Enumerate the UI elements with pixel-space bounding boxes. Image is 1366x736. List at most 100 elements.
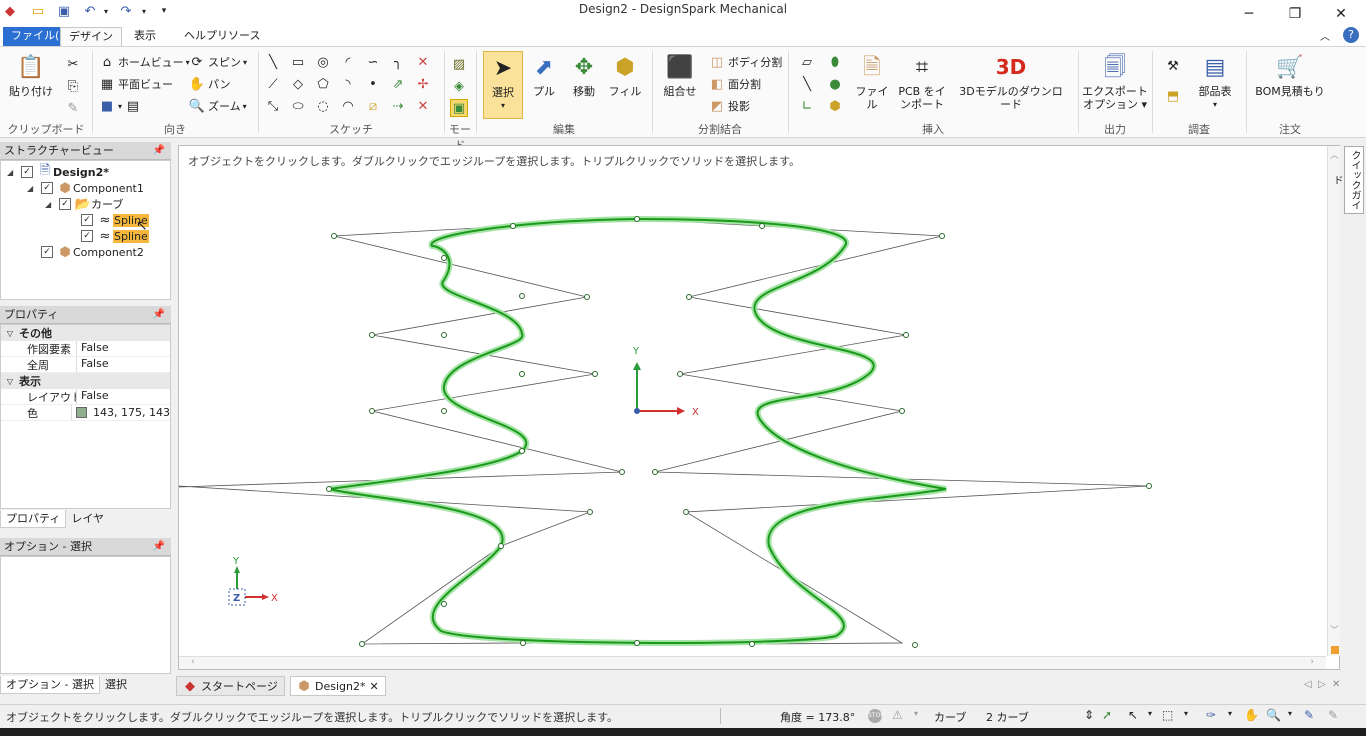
control-point[interactable] (498, 543, 504, 549)
close-all-tabs-icon[interactable]: ✕ (1332, 679, 1340, 690)
home-view-button[interactable]: ⌂ ホームビュー ▾ (98, 53, 190, 71)
cut-icon[interactable]: ✂ (64, 55, 82, 73)
sketch-mode-icon[interactable]: ▨ (450, 55, 468, 73)
offset-icon[interactable]: ⇗ (389, 75, 407, 93)
design-viewport[interactable]: オブジェクトをクリックします。ダブルクリックでエッジループを選択します。トリプル… (178, 145, 1340, 670)
control-point[interactable] (619, 469, 625, 475)
zoom-status-icon[interactable]: 🔍 (1266, 708, 1281, 722)
view-cube-button[interactable]: ■ ▾ ▤ (98, 97, 142, 115)
point-icon[interactable]: • (364, 75, 382, 93)
control-point[interactable] (652, 469, 658, 475)
control-point[interactable] (592, 371, 598, 377)
control-point[interactable] (331, 233, 337, 239)
expand-icon[interactable]: ◢ (7, 168, 17, 177)
color-swatch[interactable] (76, 407, 88, 418)
property-row-construction[interactable]: 作図要素 False (1, 341, 170, 357)
spline-icon[interactable]: ∽ (364, 53, 382, 71)
property-value[interactable]: False (77, 357, 109, 372)
control-point[interactable] (677, 371, 683, 377)
control-point[interactable] (510, 223, 516, 229)
control-point[interactable] (441, 408, 447, 414)
control-point[interactable] (519, 371, 525, 377)
property-row-layout[interactable]: レイアウト False (1, 389, 170, 405)
collapse-ribbon-icon[interactable]: ︿ (1320, 28, 1330, 43)
control-point[interactable] (634, 640, 640, 646)
warning-dropdown-icon[interactable]: ▾ (914, 709, 918, 718)
pan-button[interactable]: ✋ パン (188, 75, 231, 93)
download-3d-model-button[interactable]: 3D 3Dモデルのダウンロード (954, 51, 1068, 112)
circle-icon[interactable]: ◎ (314, 53, 332, 71)
tangent-line-icon[interactable]: ⟋ (264, 75, 282, 93)
display-style-icon[interactable]: ✑ (1206, 708, 1216, 722)
stop-icon[interactable]: STOP (868, 709, 884, 723)
zoom-button[interactable]: 🔍 ズーム ▾ (188, 97, 247, 115)
extend-icon[interactable]: ✢ (414, 75, 432, 93)
help-icon[interactable]: ? (1343, 27, 1359, 43)
control-point[interactable] (369, 408, 375, 414)
insert-file-button[interactable]: 🗎 ファイル (852, 51, 892, 111)
fill-button[interactable]: ⬢ フィル (606, 51, 644, 98)
vertical-scrollbar[interactable]: ︿ ﹀ (1327, 146, 1340, 656)
box-select-icon[interactable]: ⬚ (1162, 708, 1173, 722)
scroll-right-icon[interactable]: › (1310, 657, 1314, 667)
pin-icon[interactable]: 📌 (153, 306, 165, 323)
control-point[interactable] (899, 408, 905, 414)
control-point[interactable] (519, 448, 525, 454)
control-point[interactable] (519, 293, 525, 299)
fillet-icon[interactable]: ╮ (389, 53, 407, 71)
horizontal-scrollbar[interactable]: ‹ › (179, 656, 1326, 669)
select-mode-dropdown-icon[interactable]: ▾ (1148, 709, 1152, 718)
export-options-button[interactable]: 🗐 エクスポート オプション ▾ (1082, 51, 1148, 111)
control-point[interactable] (759, 223, 765, 229)
control-point[interactable] (584, 294, 590, 300)
tab-help-resources[interactable]: ヘルプリソース (176, 27, 268, 46)
line-icon[interactable]: ╲ (264, 53, 282, 71)
lock-status-icon[interactable]: ✎ (1328, 708, 1338, 722)
rotated-rectangle-icon[interactable]: ◇ (289, 75, 307, 93)
3d-mode-icon[interactable]: ▣ (450, 99, 468, 117)
control-point[interactable] (1146, 483, 1152, 489)
control-point[interactable] (749, 641, 755, 647)
spin-button[interactable]: ⟳ スピン ▾ (188, 53, 247, 71)
ellipse-icon[interactable]: ⬭ (289, 97, 307, 115)
close-tab-icon[interactable]: ✕ (369, 680, 378, 693)
project-icon[interactable]: ⇢ (389, 97, 407, 115)
measure-icon[interactable]: ⚒ (1164, 57, 1182, 75)
tab-properties[interactable]: プロパティ (0, 510, 67, 528)
resize-grip-icon[interactable] (1331, 646, 1339, 654)
control-point[interactable] (903, 332, 909, 338)
cylinder-icon[interactable]: ⬮ (826, 53, 844, 71)
tab-options-select[interactable]: オプション - 選択 (0, 676, 100, 694)
control-point[interactable] (683, 509, 689, 515)
axis-icon[interactable]: ╲ (798, 75, 816, 93)
property-value[interactable]: 143, 175, 143 (72, 405, 170, 420)
polygon-icon[interactable]: ⬠ (314, 75, 332, 93)
arc-icon[interactable]: ◜ (339, 53, 357, 71)
origin-icon[interactable]: ∟ (798, 97, 816, 115)
selection-filter-icon[interactable]: ⇕ (1084, 708, 1094, 722)
bom-quote-button[interactable]: 🛒 BOM見積もり (1252, 51, 1328, 98)
shell-icon[interactable]: ⬢ (826, 97, 844, 115)
property-value[interactable]: False (77, 341, 109, 356)
control-point[interactable] (369, 332, 375, 338)
checkbox-icon[interactable]: ✓ (21, 166, 33, 178)
rectangle-icon[interactable]: ▭ (289, 53, 307, 71)
scroll-down-icon[interactable]: ﹀ (1330, 623, 1339, 636)
checkbox-icon[interactable]: ✓ (59, 198, 71, 210)
tab-scroll-right-icon[interactable]: ▷ (1318, 679, 1326, 690)
control-point[interactable] (326, 486, 332, 492)
tangent-arc-icon[interactable]: ◝ (339, 75, 357, 93)
bom-button[interactable]: ▤ 部品表 ▾ (1194, 51, 1236, 111)
checkbox-icon[interactable]: ✓ (41, 246, 53, 258)
property-category-other[interactable]: ▽ その他 (1, 325, 170, 341)
format-painter-icon[interactable]: ✎ (64, 99, 82, 117)
select-button[interactable]: ➤ 選択 ▾ (483, 51, 523, 119)
project-button[interactable]: ◩ 投影 (708, 97, 750, 115)
copy-icon[interactable]: ⎘ (64, 77, 82, 95)
display-style-dropdown-icon[interactable]: ▾ (1228, 709, 1232, 718)
control-point[interactable] (686, 294, 692, 300)
combine-button[interactable]: ⬛ 組合せ (658, 51, 702, 98)
spline-curve[interactable] (328, 217, 947, 644)
pin-icon[interactable]: 📌 (153, 142, 165, 159)
warning-icon[interactable]: ⚠ (892, 708, 903, 722)
